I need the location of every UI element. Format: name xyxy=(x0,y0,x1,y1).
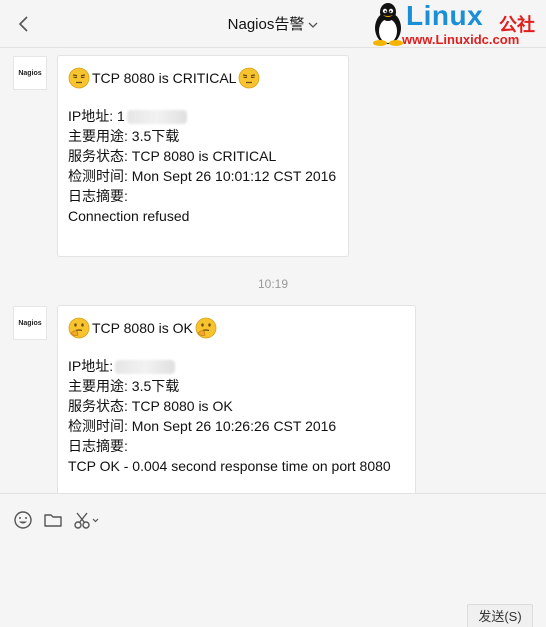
scissors-icon[interactable] xyxy=(72,509,100,531)
chat-header: Nagios告警 Linux 公社 www.Linuxidc.com xyxy=(0,0,546,48)
message-line: Connection refused xyxy=(68,208,190,224)
message-subject: TCP 8080 is CRITICAL xyxy=(68,66,338,90)
ip-redacted xyxy=(126,110,187,125)
avatar-text: Nagios xyxy=(18,319,42,327)
chat-title-text: Nagios告警 xyxy=(227,16,305,33)
message-line: 服务状态: TCP 8080 is CRITICAL xyxy=(68,148,277,164)
message-line: 主要用途: 3.5下载 xyxy=(68,378,180,394)
message-subject-text: TCP 8080 is OK xyxy=(92,320,193,336)
time-separator: 10:19 xyxy=(257,277,289,291)
message-line: 服务状态: TCP 8080 is OK xyxy=(68,398,233,414)
message-line-ip: IP地址: 1 xyxy=(68,106,338,126)
disappointed-face-icon xyxy=(239,67,260,89)
disappointed-face-icon xyxy=(68,67,90,89)
watermark-url: www.Linuxidc.com xyxy=(402,32,520,47)
message-line: 日志摘要: xyxy=(68,188,128,204)
thinking-face-icon xyxy=(68,317,90,339)
sender-avatar[interactable]: Nagios xyxy=(13,306,47,340)
message-subject-text: TCP 8080 is CRITICAL xyxy=(92,70,237,86)
thinking-face-icon xyxy=(195,317,217,339)
message-line: 主要用途: 3.5下载 xyxy=(68,128,180,144)
folder-icon[interactable] xyxy=(42,509,64,531)
message-line: 检测时间: Mon Sept 26 10:01:12 CST 2016 xyxy=(68,168,337,184)
watermark-brand: Linux xyxy=(406,0,484,31)
emoji-icon[interactable] xyxy=(12,509,34,531)
chat-messages[interactable]: Nagios TCP 8080 is CRITICAL IP地址: 1 主要用途… xyxy=(0,48,546,505)
message-input[interactable] xyxy=(0,538,546,598)
message-line: 日志摘要: xyxy=(68,438,128,454)
watermark-logo: Linux 公社 www.Linuxidc.com xyxy=(368,0,546,47)
message-line: 检测时间: Mon Sept 26 10:26:26 CST 2016 xyxy=(68,418,337,434)
message-composer: 发送(S) xyxy=(0,493,546,627)
message-line-ip: IP地址: xyxy=(68,356,405,376)
message-subject: TCP 8080 is OK xyxy=(68,316,405,340)
ip-label: IP地址: xyxy=(68,358,114,374)
message-bubble[interactable]: TCP 8080 is CRITICAL IP地址: 1 主要用途: 3.5下载… xyxy=(57,55,349,257)
message-bubble[interactable]: TCP 8080 is OK IP地址: 主要用途: 3.5下载 服务状态: T… xyxy=(57,305,416,505)
ip-redacted xyxy=(115,360,176,375)
tux-penguin-icon xyxy=(373,3,403,46)
ip-label: IP地址: 1 xyxy=(68,108,125,124)
avatar-text: Nagios xyxy=(18,69,42,77)
chevron-down-icon xyxy=(308,22,318,28)
sender-avatar[interactable]: Nagios xyxy=(13,56,47,90)
send-button[interactable]: 发送(S) xyxy=(467,604,533,627)
message-line: TCP OK - 0.004 second response time on p… xyxy=(68,458,391,474)
